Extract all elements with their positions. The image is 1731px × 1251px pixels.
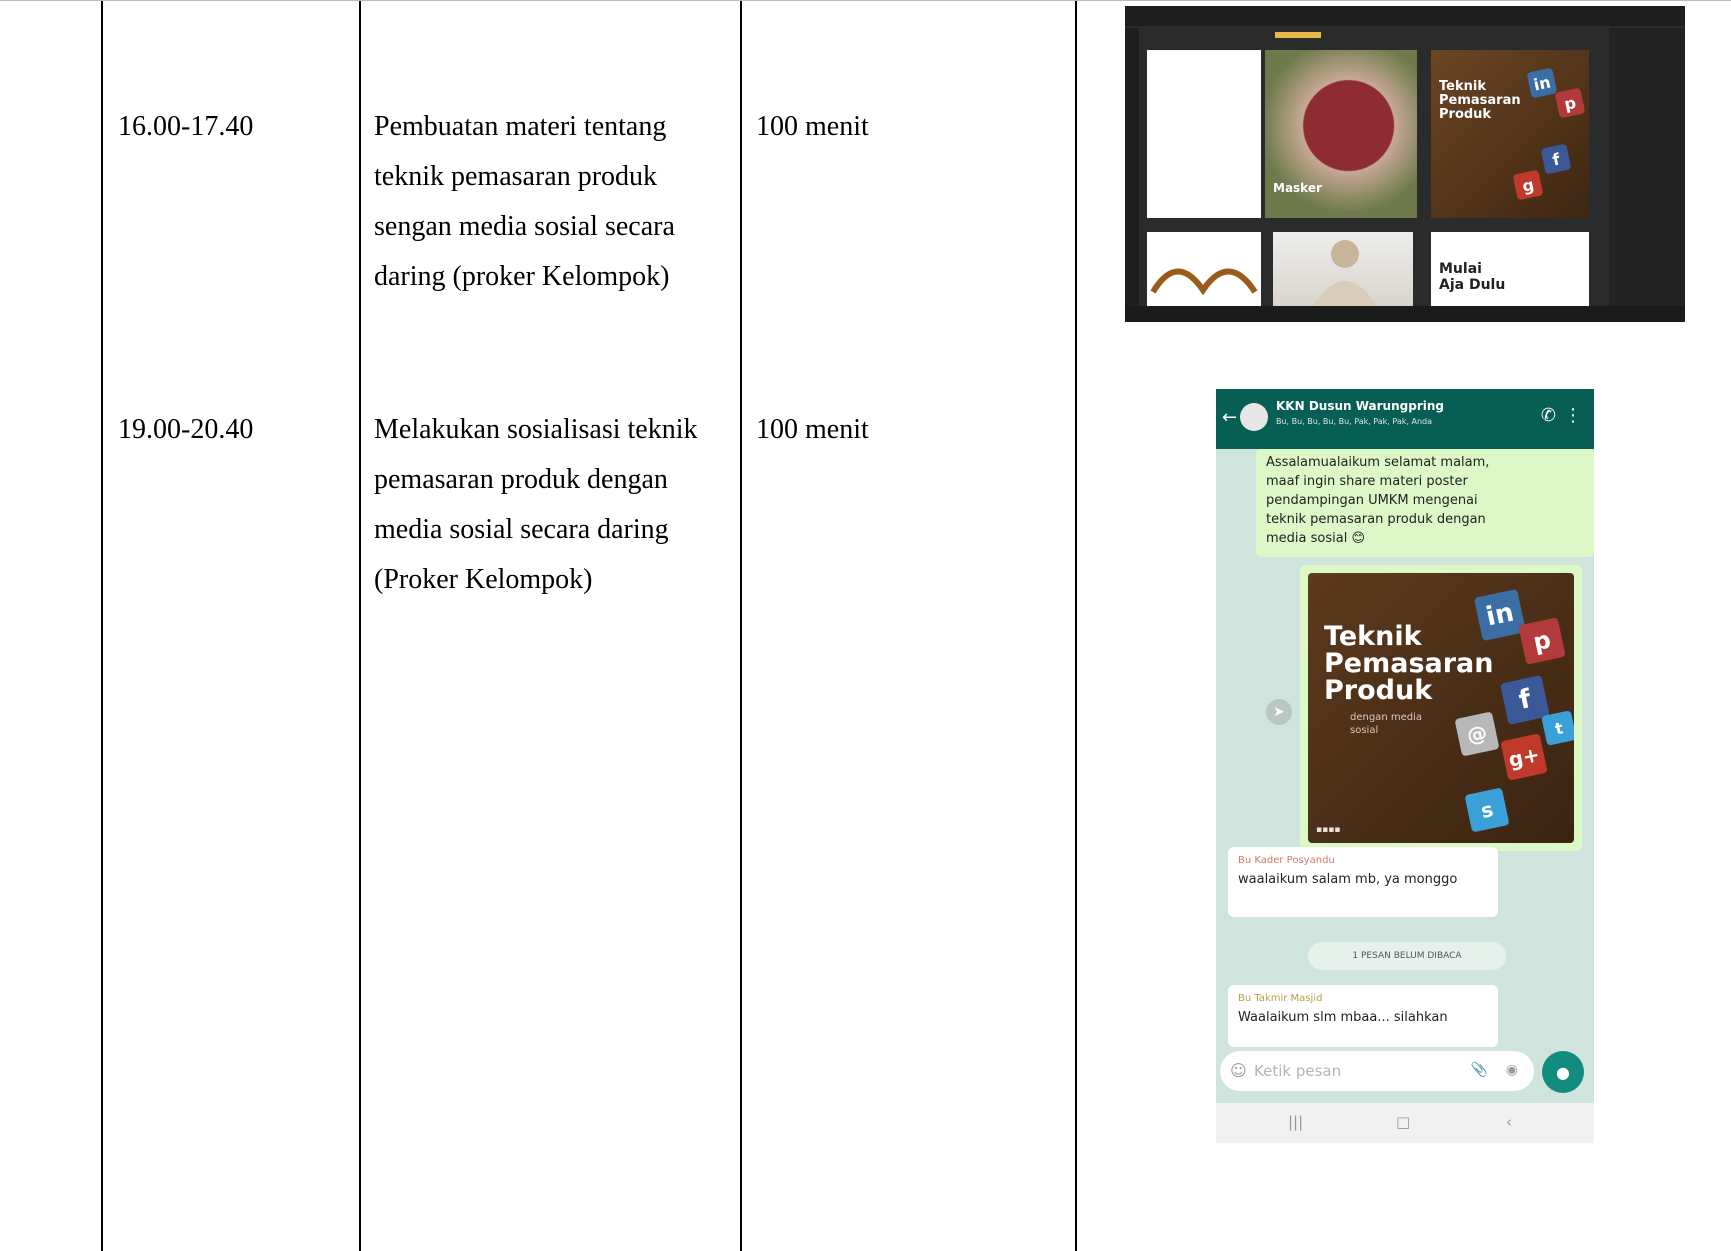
share-icon[interactable]: ➤ <box>1266 699 1292 725</box>
message-input[interactable]: ☺ Ketik pesan 📎 ◉ <box>1220 1051 1534 1091</box>
poster-title: Teknik Pemasaran Produk <box>1324 621 1494 706</box>
artboard-person <box>1273 232 1413 306</box>
artboard-mulai-line: Mulai <box>1439 261 1482 277</box>
artboard-teknik-line: Pemasaran <box>1439 93 1521 108</box>
back-arrow-icon[interactable]: ← <box>1222 407 1237 428</box>
design-app-screenshot: Masker Teknik Pemasaran Produk in p f g … <box>1125 6 1685 322</box>
artboard-blank <box>1147 50 1261 218</box>
design-app-statusbar <box>1125 306 1685 322</box>
row-1-duration: 100 menit <box>756 111 869 142</box>
design-app-menubar <box>1125 6 1685 26</box>
message-text: Waalaikum slm mbaa... silahkan <box>1238 1010 1448 1025</box>
chat-header: ← KKN Dusun Warungpring Bu, Bu, Bu, Bu, … <box>1216 389 1594 449</box>
group-avatar[interactable] <box>1240 403 1268 431</box>
design-app-layers-panel <box>1609 28 1685 306</box>
row-2-activity-line: Melakukan sosialisasi teknik <box>374 414 698 445</box>
table-border-activity-duration <box>740 0 742 1251</box>
design-app-toolbar <box>1125 28 1139 306</box>
recent-apps-icon[interactable]: ||| <box>1288 1113 1303 1131</box>
message-sender: Bu Takmir Masjid <box>1238 993 1323 1004</box>
row-2-time: 19.00-20.40 <box>118 414 254 445</box>
person-photo-icon <box>1313 240 1377 306</box>
outgoing-message[interactable]: Assalamualaikum selamat malam, maaf ingi… <box>1256 449 1594 557</box>
chat-title[interactable]: KKN Dusun Warungpring <box>1276 399 1444 413</box>
artboard-mulai: Mulai Aja Dulu <box>1431 232 1589 306</box>
message-text: waalaikum salam mb, ya monggo <box>1238 872 1458 887</box>
row-1-activity-line: daring (proker Kelompok) <box>374 261 670 292</box>
message-line: teknik pemasaran produk dengan <box>1266 512 1486 527</box>
table-border-time-activity <box>359 0 361 1251</box>
skype-icon: s <box>1464 787 1510 833</box>
back-nav-icon[interactable]: ‹ <box>1506 1113 1512 1131</box>
table-border-left <box>101 0 103 1251</box>
incoming-message[interactable]: Bu Kader Posyandu waalaikum salam mb, ya… <box>1228 847 1498 917</box>
artboard-logo <box>1147 232 1261 306</box>
emoji-icon[interactable]: ☺ <box>1230 1061 1247 1080</box>
linkedin-icon: in <box>1526 67 1558 99</box>
pinterest-icon: p <box>1554 87 1586 119</box>
facebook-icon: f <box>1540 143 1572 175</box>
home-icon[interactable]: □ <box>1396 1113 1410 1131</box>
microphone-icon[interactable]: ● <box>1542 1051 1584 1093</box>
artboard-teknik: Teknik Pemasaran Produk in p f g <box>1431 50 1589 218</box>
artboard-masker: Masker <box>1265 50 1417 218</box>
message-line: pendampingan UMKM mengenai <box>1266 493 1478 508</box>
android-nav-bar: ||| □ ‹ <box>1216 1103 1594 1143</box>
artboard-masker-label: Masker <box>1273 181 1322 195</box>
row-1-activity-line: sengan media sosial secara <box>374 211 675 242</box>
add-call-icon[interactable]: ✆ <box>1541 405 1556 426</box>
poster-image[interactable]: Teknik Pemasaran Produk dengan media sos… <box>1308 573 1574 843</box>
artboard-mulai-line: Aja Dulu <box>1439 277 1506 293</box>
twitter-icon: t <box>1541 710 1574 746</box>
message-line: media sosial 😊 <box>1266 531 1365 546</box>
pinterest-icon: p <box>1518 617 1566 665</box>
row-1-time: 16.00-17.40 <box>118 111 254 142</box>
poster-logo: ▪▪▪▪ <box>1316 825 1341 835</box>
wings-logo-icon <box>1150 268 1258 296</box>
row-1-activity-line: teknik pemasaran produk <box>374 161 658 192</box>
incoming-message[interactable]: Bu Takmir Masjid Waalaikum slm mbaa... s… <box>1228 985 1498 1047</box>
table-border-duration-evidence <box>1075 0 1077 1251</box>
chat-app-screenshot: ← KKN Dusun Warungpring Bu, Bu, Bu, Bu, … <box>1216 389 1594 1143</box>
chat-participants: Bu, Bu, Bu, Bu, Bu, Pak, Pak, Pak, Anda <box>1276 417 1433 426</box>
row-2-activity-line: media sosial secara daring <box>374 514 669 545</box>
artboard-teknik-line: Teknik <box>1439 79 1486 94</box>
camera-icon[interactable]: ◉ <box>1506 1062 1518 1078</box>
google-plus-icon: g <box>1512 169 1544 201</box>
email-icon: @ <box>1454 711 1500 757</box>
row-2-activity-line: (Proker Kelompok) <box>374 564 593 595</box>
row-2-activity-line: pemasaran produk dengan <box>374 464 668 495</box>
artboard-teknik-line: Produk <box>1439 107 1492 122</box>
message-input-placeholder: Ketik pesan <box>1254 1062 1342 1080</box>
design-app-active-tab <box>1275 32 1321 38</box>
linkedin-icon: in <box>1473 588 1527 642</box>
unread-messages-divider: 1 PESAN BELUM DIBACA <box>1308 942 1506 970</box>
message-line: Assalamualaikum selamat malam, <box>1266 455 1490 470</box>
menu-dots-icon[interactable]: ⋮ <box>1564 405 1582 426</box>
message-line: maaf ingin share materi poster <box>1266 474 1468 489</box>
row-1-activity-line: Pembuatan materi tentang <box>374 111 667 142</box>
poster-subtitle: dengan media sosial <box>1350 712 1422 736</box>
attach-icon[interactable]: 📎 <box>1471 1062 1488 1078</box>
table-border-top <box>0 0 1731 1</box>
message-sender: Bu Kader Posyandu <box>1238 855 1335 866</box>
row-2-duration: 100 menit <box>756 414 869 445</box>
google-plus-icon: g+ <box>1500 733 1548 781</box>
